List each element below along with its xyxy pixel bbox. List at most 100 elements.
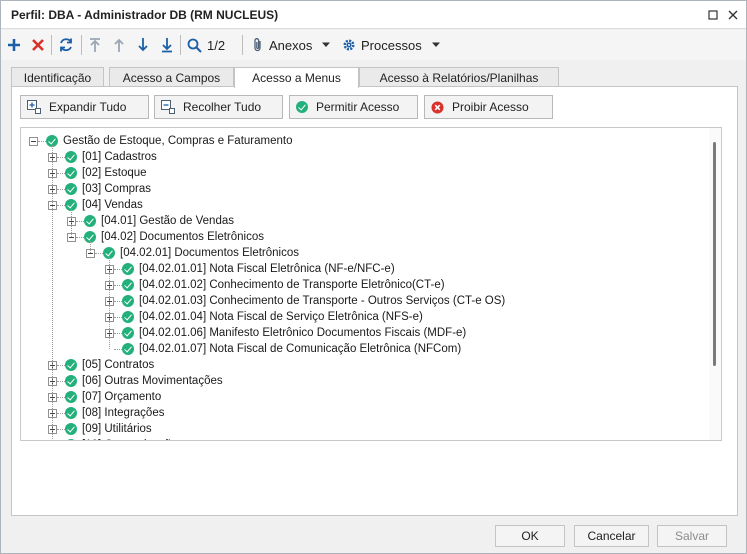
add-button[interactable] xyxy=(7,34,21,56)
tree-connector xyxy=(76,220,84,222)
tree-node[interactable]: [02] Estoque xyxy=(48,165,147,181)
access-granted-icon[interactable] xyxy=(65,391,77,403)
tree-node[interactable]: [04.02.01.07] Nota Fiscal de Comunicação… xyxy=(105,341,461,357)
tree-node[interactable]: [04] Vendas xyxy=(48,197,143,213)
expand-tree-icon xyxy=(27,100,41,114)
tree-node-label: Gestão de Estoque, Compras e Faturamento xyxy=(63,135,293,147)
tree-connector xyxy=(57,188,65,190)
tree-node[interactable]: [04.02.01.01] Nota Fiscal Eletrônica (NF… xyxy=(105,261,395,277)
access-granted-icon[interactable] xyxy=(122,279,134,291)
delete-button[interactable] xyxy=(31,34,45,56)
ok-button[interactable]: OK xyxy=(495,525,565,547)
tree-node[interactable]: [08] Integrações xyxy=(48,405,164,421)
attachments-menu[interactable]: Anexos xyxy=(252,34,331,56)
search-button[interactable]: 1/2 xyxy=(187,34,225,56)
tree-node[interactable]: Gestão de Estoque, Compras e Faturamento xyxy=(29,133,292,149)
tree-connector xyxy=(38,140,46,142)
access-granted-icon[interactable] xyxy=(65,167,77,179)
close-window-button[interactable] xyxy=(723,5,743,25)
refresh-button[interactable] xyxy=(58,34,74,56)
tree-node[interactable]: [03] Compras xyxy=(48,181,151,197)
check-circle-icon xyxy=(296,101,308,113)
collapse-all-label: Recolher Tudo xyxy=(183,100,262,114)
tree-node-label: [03] Compras xyxy=(82,183,152,195)
collapse-node-icon[interactable] xyxy=(29,136,38,146)
tree-node[interactable]: [04.01] Gestão de Vendas xyxy=(67,213,234,229)
previous-record-button[interactable] xyxy=(112,34,126,56)
processes-label: Processos xyxy=(361,37,422,53)
tree-node[interactable]: [07] Orçamento xyxy=(48,389,161,405)
tree-connector xyxy=(114,316,122,318)
tree-guide-line xyxy=(52,145,53,440)
tree-node-label: [02] Estoque xyxy=(82,167,147,179)
next-record-button[interactable] xyxy=(136,34,150,56)
collapse-all-button[interactable]: Recolher Tudo xyxy=(154,95,283,119)
access-granted-icon[interactable] xyxy=(122,343,134,355)
tree-node-label: [04.02.01.07] Nota Fiscal de Comunicação… xyxy=(139,343,462,355)
tab-acesso-menus[interactable]: Acesso a Menus xyxy=(234,67,359,88)
toolbar-separator xyxy=(81,35,82,55)
tree-node[interactable]: [04.02.01.04] Nota Fiscal de Serviço Ele… xyxy=(105,309,423,325)
tree-node-label: [08] Integrações xyxy=(82,407,165,419)
title-bar: Perfil: DBA - Administrador DB (RM NUCLE… xyxy=(1,1,746,29)
tree-node[interactable]: [01] Cadastros xyxy=(48,149,157,165)
deny-access-button[interactable]: Proibir Acesso xyxy=(424,95,553,119)
access-granted-icon[interactable] xyxy=(122,295,134,307)
access-granted-icon[interactable] xyxy=(65,183,77,195)
tab-acesso-campos[interactable]: Acesso a Campos xyxy=(109,67,234,87)
access-granted-icon[interactable] xyxy=(84,215,96,227)
access-granted-icon[interactable] xyxy=(65,375,77,387)
tree-node-label: [05] Contratos xyxy=(82,359,155,371)
add-icon xyxy=(8,39,20,51)
tree-node[interactable]: [04.02.01.02] Conhecimento de Transporte… xyxy=(105,277,445,293)
tree-connector xyxy=(57,156,65,158)
search-icon xyxy=(187,38,202,53)
toolbar-separator xyxy=(242,35,243,55)
access-granted-icon[interactable] xyxy=(122,327,134,339)
tree-node[interactable]: [04.02] Documentos Eletrônicos xyxy=(67,229,264,245)
paperclip-icon xyxy=(254,38,261,52)
expand-node-icon[interactable] xyxy=(48,441,57,442)
tree-node-label: [04.01] Gestão de Vendas xyxy=(101,215,234,227)
tree-guide-line xyxy=(90,241,91,253)
tree-connector xyxy=(114,332,122,334)
tree-node-label: [04.02.01.06] Manifesto Eletrônico Docum… xyxy=(139,327,467,339)
tree-connector xyxy=(76,236,84,238)
tree-node[interactable]: [04.02.01.03] Conhecimento de Transporte… xyxy=(105,293,505,309)
tree-node[interactable]: [09] Utilitários xyxy=(48,421,152,437)
access-granted-icon[interactable] xyxy=(65,407,77,419)
first-record-button[interactable] xyxy=(88,34,102,56)
tree-node[interactable]: [06] Outras Movimentações xyxy=(48,373,223,389)
menu-tree: Gestão de Estoque, Compras e Faturamento… xyxy=(20,127,722,441)
access-granted-icon[interactable] xyxy=(65,439,77,440)
tree-viewport: Gestão de Estoque, Compras e Faturamento… xyxy=(21,128,711,442)
cancel-button[interactable]: Cancelar xyxy=(574,525,649,547)
last-record-button[interactable] xyxy=(160,34,174,56)
access-granted-icon[interactable] xyxy=(65,423,77,435)
access-granted-icon[interactable] xyxy=(122,311,134,323)
tree-node[interactable]: [04.02.01.06] Manifesto Eletrônico Docum… xyxy=(105,325,466,341)
tab-identificacao[interactable]: Identificação xyxy=(11,67,104,87)
tree-connector xyxy=(57,364,65,366)
maximize-button[interactable] xyxy=(703,5,723,25)
tree-node[interactable]: [10] Customização xyxy=(48,437,177,442)
tree-guide-line xyxy=(71,209,72,237)
save-button[interactable]: Salvar xyxy=(657,525,727,547)
expand-all-button[interactable]: Expandir Tudo xyxy=(20,95,149,119)
allow-access-button[interactable]: Permitir Acesso xyxy=(289,95,418,119)
access-granted-icon[interactable] xyxy=(122,263,134,275)
processes-menu[interactable]: Processos xyxy=(342,34,441,56)
tree-node-label: [06] Outras Movimentações xyxy=(82,375,223,387)
tree-node-label: [04.02.01.04] Nota Fiscal de Serviço Ele… xyxy=(139,311,423,323)
scrollbar-thumb[interactable] xyxy=(713,142,716,366)
tree-node[interactable]: [05] Contratos xyxy=(48,357,154,373)
tree-node-label: [01] Cadastros xyxy=(82,151,157,163)
tree-node[interactable]: [04.02.01] Documentos Eletrônicos xyxy=(86,245,299,261)
tree-connector xyxy=(114,268,122,270)
access-granted-icon[interactable] xyxy=(65,151,77,163)
access-granted-icon[interactable] xyxy=(65,359,77,371)
vertical-scrollbar[interactable] xyxy=(709,128,721,440)
tree-node-label: [04.02.01.03] Conhecimento de Transporte… xyxy=(139,295,506,307)
tab-acesso-relatorios[interactable]: Acesso à Relatórios/Planilhas xyxy=(359,67,559,87)
tree-connector xyxy=(95,252,103,254)
